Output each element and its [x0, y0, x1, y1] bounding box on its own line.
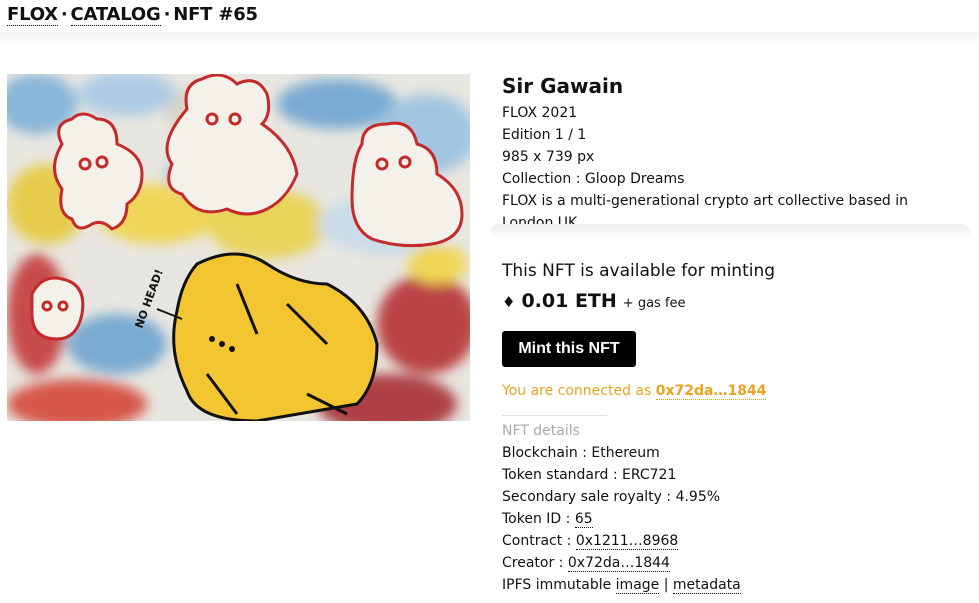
gas-fee-label: + gas fee — [622, 296, 686, 311]
connected-prefix: You are connected as — [502, 383, 652, 399]
creator-label: Creator : — [502, 555, 564, 571]
breadcrumb-current: NFT #65 — [173, 4, 258, 25]
creator: Creator : 0x72da…1844 — [502, 552, 741, 574]
ipfs: IPFS immutable image | metadata — [502, 574, 741, 596]
royalty: Secondary sale royalty : 4.95% — [502, 489, 721, 505]
breadcrumb-separator: · — [60, 4, 68, 25]
header-shadow — [0, 32, 979, 46]
connection-status: You are connected as 0x72da…1844 — [502, 383, 767, 400]
collection: Collection : Gloop Dreams — [502, 171, 685, 187]
ipfs-metadata-link[interactable]: metadata — [672, 577, 741, 594]
breadcrumb-catalog-link[interactable]: CATALOG — [70, 4, 161, 26]
breadcrumb: FLOX · CATALOG · NFT #65 — [7, 4, 258, 26]
ethereum-icon: ♦ — [502, 293, 516, 311]
breadcrumb-home-link[interactable]: FLOX — [7, 4, 58, 26]
nft-title: Sir Gawain — [502, 74, 624, 98]
token-standard: Token standard : ERC721 — [502, 467, 677, 483]
price-value: 0.01 ETH — [521, 290, 617, 312]
ipfs-separator: | — [663, 577, 669, 593]
dimensions: 985 x 739 px — [502, 149, 595, 165]
divider — [502, 415, 607, 416]
token-id-link[interactable]: 65 — [574, 511, 593, 528]
connected-address-link[interactable]: 0x72da…1844 — [655, 383, 767, 400]
nft-details: NFT details Blockchain : Ethereum Token … — [502, 420, 741, 596]
price: ♦ 0.01 ETH + gas fee — [502, 290, 686, 312]
blockchain: Blockchain : Ethereum — [502, 445, 660, 461]
details-header: NFT details — [502, 423, 580, 439]
contract-label: Contract : — [502, 533, 572, 549]
availability-text: This NFT is available for minting — [502, 261, 776, 281]
ipfs-label: IPFS immutable — [502, 577, 612, 593]
contract-link[interactable]: 0x1211…8968 — [575, 533, 679, 550]
token-id: Token ID : 65 — [502, 508, 741, 530]
artist-year: FLOX 2021 — [502, 105, 578, 121]
card-divider-shadow — [490, 224, 970, 240]
contract: Contract : 0x1211…8968 — [502, 530, 741, 552]
nft-artwork-image: NO HEAD! — [7, 74, 470, 421]
creator-link[interactable]: 0x72da…1844 — [567, 555, 670, 572]
mint-button[interactable]: Mint this NFT — [502, 331, 636, 367]
token-id-label: Token ID : — [502, 511, 571, 527]
ipfs-image-link[interactable]: image — [615, 577, 660, 594]
breadcrumb-separator: · — [163, 4, 171, 25]
edition: Edition 1 / 1 — [502, 127, 587, 143]
nft-info: Sir Gawain FLOX 2021 Edition 1 / 1 985 x… — [502, 74, 962, 234]
